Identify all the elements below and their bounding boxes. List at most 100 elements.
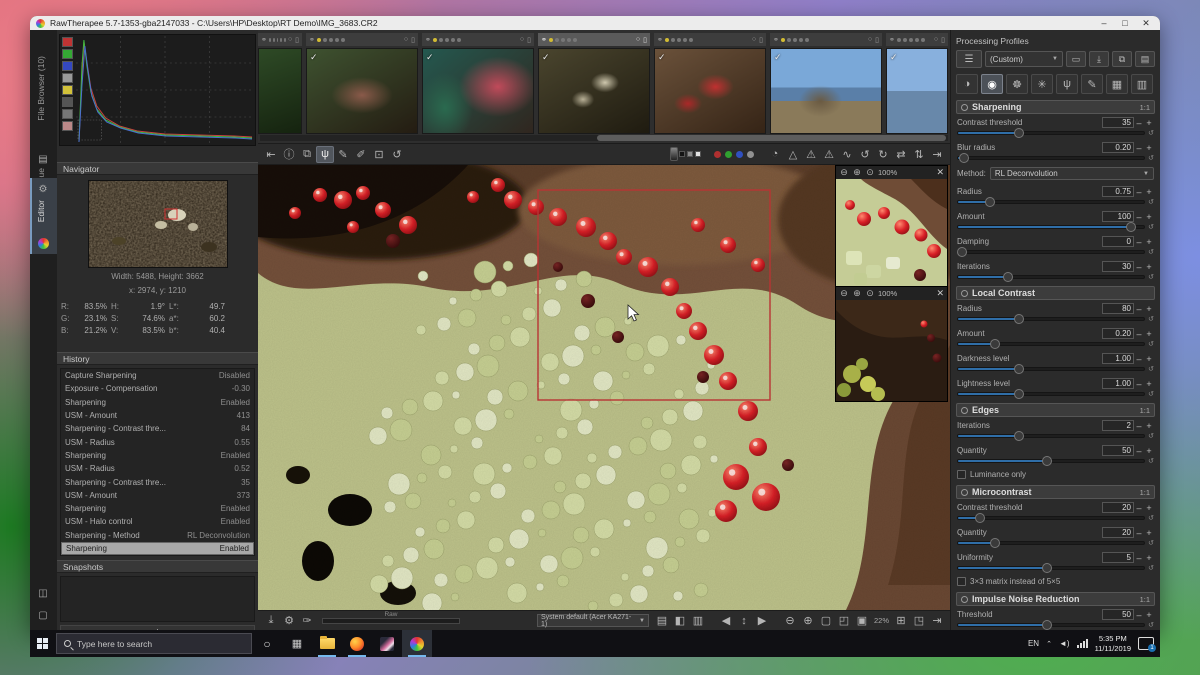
paint-mode-button[interactable] [62,121,73,131]
luminance-button[interactable] [62,73,73,83]
slider-knob[interactable] [1042,456,1052,466]
save-profile-button[interactable]: ⤓ [1089,51,1109,67]
rotate-right-icon[interactable]: ↻ [874,146,892,163]
send-to-editor-icon[interactable]: ✑ [298,612,316,629]
color-label-icon[interactable]: ○ [868,36,872,44]
rating-star[interactable] [909,38,913,42]
locallab-tab[interactable]: ✎ [1081,74,1103,94]
slider-value[interactable]: 30 [1102,261,1134,272]
method-select[interactable]: RL Deconvolution▼ [990,167,1154,180]
rating-star[interactable] [561,38,565,42]
rating-star[interactable] [915,38,919,42]
exposure-tab[interactable]: ◑ [956,74,978,94]
gamut-check-icon[interactable]: △ [784,146,802,163]
rating-star[interactable] [433,38,437,42]
rating-star[interactable] [921,38,925,42]
slider-knob[interactable] [1042,563,1052,573]
decrement-button[interactable]: – [1134,118,1144,128]
zoom-fit-crop-icon[interactable]: ◰ [835,612,853,629]
flip-horizontal-icon[interactable]: ⇄ [892,146,910,163]
rating-star[interactable] [284,38,286,42]
chromaticity-button[interactable] [62,85,73,95]
rating-star[interactable] [280,38,282,42]
slider-knob[interactable] [990,538,1000,548]
power-toggle-icon[interactable] [961,489,968,496]
image-info-icon[interactable]: ⓘ [280,146,298,163]
section-header-microcontrast[interactable]: Microcontrast1:1 [956,485,1155,499]
power-toggle-icon[interactable] [961,407,968,414]
transform-tab[interactable]: ψ [1056,74,1078,94]
increment-button[interactable]: + [1144,379,1154,389]
increment-button[interactable]: + [1144,446,1154,456]
monitor-profile-select[interactable]: System default (Acer KA271-1)▼ [537,614,649,627]
color-label-icon[interactable]: ○ [934,36,938,44]
load-profile-button[interactable]: ▭ [1066,51,1086,67]
slider-knob[interactable] [1014,364,1024,374]
thumbnail-image[interactable] [258,48,302,134]
power-toggle-icon[interactable] [961,290,968,297]
slider-knob[interactable] [1014,128,1024,138]
minimize-button[interactable]: – [1096,18,1112,28]
trash-icon[interactable]: ▯ [527,36,531,44]
zoom-in-icon[interactable]: ⊕ [799,612,817,629]
decrement-button[interactable]: – [1134,237,1144,247]
reset-icon[interactable]: ↺ [1148,315,1154,323]
rating-star[interactable] [689,38,693,42]
blue-preview-dot[interactable] [736,151,743,158]
reset-icon[interactable]: ↺ [1148,154,1154,162]
tab-file-browser[interactable]: File Browser (10) [36,56,46,121]
highlight-clipping-warning-icon[interactable]: ⚠ [820,146,838,163]
increment-button[interactable]: + [1144,143,1154,153]
start-button[interactable] [30,630,56,657]
navigator-thumbnail[interactable] [88,180,228,268]
rating-star[interactable] [683,38,687,42]
power-toggle-icon[interactable] [961,104,968,111]
profile-dropdown[interactable]: (Custom)▼ [985,51,1063,67]
decrement-button[interactable]: – [1134,187,1144,197]
history-row[interactable]: Capture SharpeningDisabled [61,369,254,382]
rating-star[interactable] [439,38,443,42]
thumbnail-image[interactable]: ✓ [422,48,534,134]
increment-button[interactable]: + [1144,237,1154,247]
increment-button[interactable]: + [1144,354,1154,364]
slider-value[interactable]: 1.00 [1102,378,1134,389]
rating-star[interactable] [665,38,669,42]
volume-icon[interactable]: ◄) [1059,639,1070,648]
rating-star[interactable] [781,38,785,42]
network-icon[interactable] [1077,639,1088,648]
cortana-button[interactable]: ○ [252,630,282,657]
history-row[interactable]: Sharpening - Contrast thre...35 [61,475,254,488]
copy-profile-button[interactable]: ⧉ [1112,51,1132,67]
reset-icon[interactable]: ↺ [1148,273,1154,281]
taskbar-search[interactable]: Type here to search [56,633,252,654]
detail-window-1[interactable]: ⊖ ⊕ ⊙ 100% ✕ [835,165,948,292]
decrement-button[interactable]: – [1134,610,1144,620]
image-canvas[interactable]: ⊖ ⊕ ⊙ 100% ✕ [258,165,950,610]
slider-track[interactable] [957,275,1145,279]
paste-profile-button[interactable]: ▤ [1135,51,1155,67]
slider-value[interactable]: 50 [1102,609,1134,620]
slider-track[interactable] [957,225,1145,229]
thumbnail-image[interactable]: ✓ [306,48,418,134]
slider-value[interactable]: 2 [1102,420,1134,431]
output-profile-icon[interactable]: ▤ [653,612,671,629]
trash-icon[interactable]: ▯ [411,36,415,44]
increment-button[interactable]: + [1144,421,1154,431]
red-preview-dot[interactable] [714,151,721,158]
rating-star[interactable] [671,38,675,42]
thumb-sea-rocks[interactable]: ⚭○▯✓ [770,33,882,137]
title-bar[interactable]: RawTherapee 5.7-1353-gba2147033 - C:\Use… [30,16,1160,30]
thumbnail-image[interactable]: ✓ [886,48,948,134]
link-icon[interactable]: ⚭ [657,36,663,44]
decrement-button[interactable]: – [1134,304,1144,314]
slider-track[interactable] [957,459,1145,463]
link-icon[interactable]: ⚭ [541,36,547,44]
slider-value[interactable]: 0.75 [1102,186,1134,197]
color-label-icon[interactable]: ○ [288,36,292,44]
decrement-button[interactable]: – [1134,143,1144,153]
trash-icon[interactable]: ▯ [295,36,299,44]
paint-app-button[interactable] [372,630,402,657]
collapse-left-panel-icon[interactable]: ⇤ [262,146,280,163]
rating-star[interactable] [573,38,577,42]
trash-icon[interactable]: ▯ [875,36,879,44]
